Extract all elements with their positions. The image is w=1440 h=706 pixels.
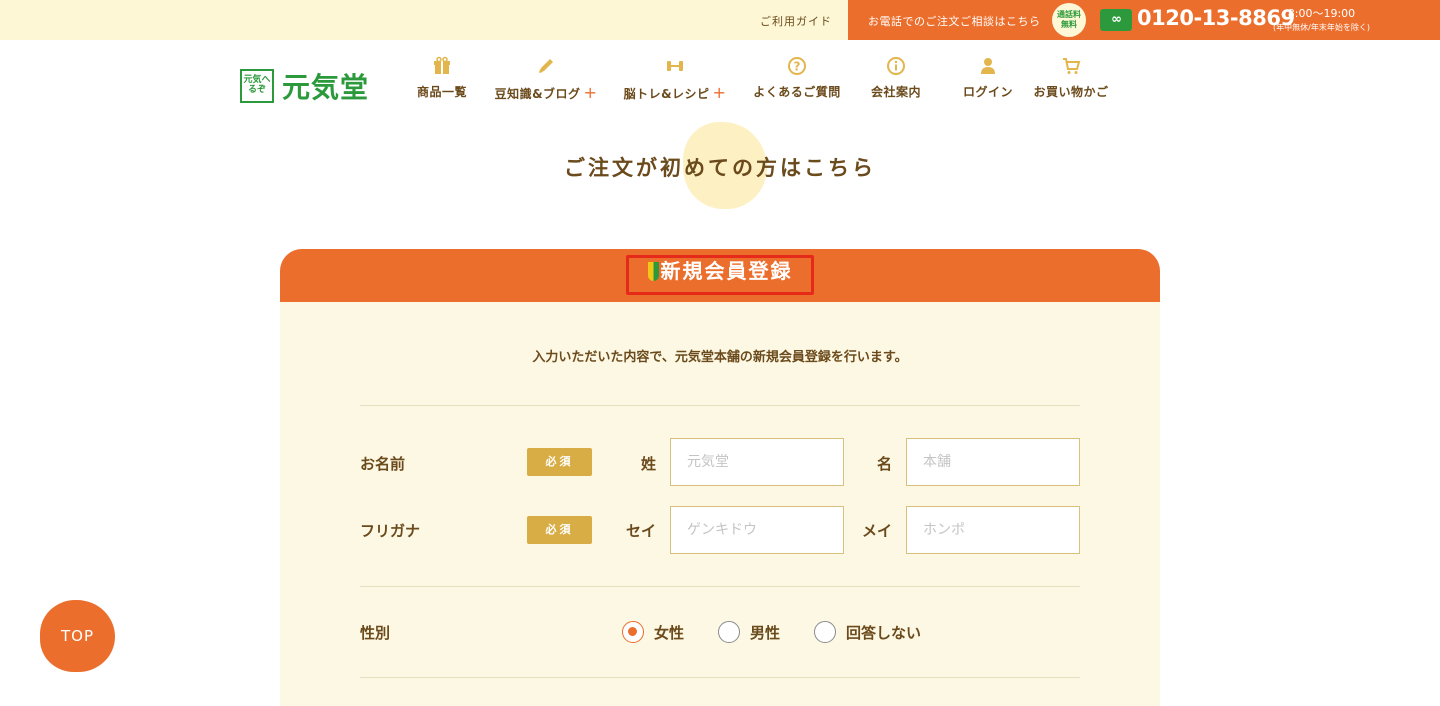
form-intro: 入力いただいた内容で、元気堂本舗の新規会員登録を行います。 — [532, 350, 908, 365]
divider — [360, 586, 1080, 587]
phone-number[interactable]: 0120-13-8869 — [1137, 6, 1295, 30]
radio-button[interactable] — [718, 621, 740, 643]
expand-plus-icon: + — [583, 83, 598, 102]
cart-icon — [1063, 58, 1081, 74]
nav-label: 会社案内 — [866, 83, 926, 100]
required-badge: 必須 — [527, 516, 592, 544]
nav-item-products[interactable]: 商品一覧 — [412, 56, 472, 102]
nav-label: よくあるご質問 — [750, 83, 844, 100]
radio-button[interactable] — [814, 621, 836, 643]
last-name-input[interactable] — [670, 438, 844, 486]
phone-order-message: お電話でのご注文ご相談はこちら — [868, 15, 1041, 28]
nav-item-login[interactable]: ログイン — [958, 56, 1018, 102]
usage-guide-link[interactable]: ご利用ガイド — [760, 13, 832, 29]
pencil-icon — [539, 59, 553, 73]
last-name-label: 姓 — [640, 455, 656, 473]
info-icon — [887, 57, 905, 75]
gender-option-male[interactable]: 男性 — [718, 621, 780, 643]
nav-label: 豆知識&ブログ + — [494, 83, 598, 102]
name-label: お名前 — [360, 455, 406, 473]
expand-plus-icon: + — [712, 83, 727, 102]
radio-label: 回答しない — [846, 623, 922, 642]
first-name-input[interactable] — [906, 438, 1080, 486]
back-to-top-button[interactable]: TOP — [40, 600, 115, 672]
nav-item-blog[interactable]: 豆知識&ブログ + — [494, 56, 598, 102]
divider — [360, 405, 1080, 406]
nav-label-text: 会社案内 — [870, 85, 921, 99]
gender-option-female[interactable]: 女性 — [622, 621, 684, 643]
phone-contact-block: お電話でのご注文ご相談はこちら 通話料 無料 ∞ 0120-13-8869 8:… — [848, 0, 1440, 40]
nav-label: お買い物かご — [1030, 83, 1112, 100]
radio-button-selected[interactable] — [622, 621, 644, 643]
radio-label: 女性 — [654, 623, 685, 642]
required-badge: 必須 — [527, 448, 592, 476]
nav-label-text: お買い物かご — [1033, 85, 1109, 99]
gender-option-no-answer[interactable]: 回答しない — [814, 621, 921, 643]
first-name-kana-input[interactable] — [906, 506, 1080, 554]
svg-text:?: ? — [794, 60, 801, 74]
nav-label: ログイン — [958, 83, 1018, 100]
hours-time: 8:00〜19:00 — [1287, 7, 1356, 20]
user-icon — [981, 58, 995, 74]
nav-item-brain-training[interactable]: 脳トレ&レシピ + — [622, 56, 728, 102]
nav-label-text: 脳トレ&レシピ — [623, 87, 710, 101]
dumbbell-icon — [667, 61, 683, 71]
nav-label-text: 商品一覧 — [416, 85, 467, 99]
gender-label: 性別 — [360, 624, 391, 642]
radio-label: 男性 — [750, 623, 781, 642]
gift-icon — [434, 56, 450, 74]
nav-item-faq[interactable]: ? よくあるご質問 — [750, 56, 844, 102]
nav-label-text: 豆知識&ブログ — [494, 87, 581, 101]
free-badge-line-1: 通話料 — [1057, 10, 1081, 19]
page-title: ご注文が初めての方はこちら — [564, 156, 876, 180]
question-icon: ? — [788, 57, 806, 75]
free-call-badge: 通話料 無料 — [1052, 3, 1086, 37]
registration-panel-header: 新規会員登録 — [280, 249, 1160, 302]
free-badge-line-2: 無料 — [1061, 20, 1077, 29]
last-name-kana-label: セイ — [625, 522, 656, 540]
beginner-mark-icon — [647, 262, 659, 281]
registration-heading-text: 新規会員登録 — [660, 259, 793, 283]
hours-note: (年中無休/年末年始を除く) — [1273, 23, 1370, 32]
nav-item-company[interactable]: 会社案内 — [866, 56, 926, 102]
freedial-icon: ∞ — [1100, 9, 1132, 31]
first-name-label: 名 — [876, 455, 892, 473]
furigana-label: フリガナ — [360, 522, 421, 540]
business-hours: 8:00〜19:00 (年中無休/年末年始を除く) — [1273, 7, 1370, 34]
registration-form: 入力いただいた内容で、元気堂本舗の新規会員登録を行います。 お名前 必須 姓 名… — [280, 302, 1160, 706]
nav-label: 商品一覧 — [412, 83, 472, 100]
main-nav: 商品一覧 豆知識&ブログ + 脳トレ&レシピ + ? よくあるご質問 会社案内 ログ… — [0, 56, 1440, 106]
nav-label: 脳トレ&レシピ + — [622, 83, 728, 102]
divider — [360, 677, 1080, 678]
top-bar: ご利用ガイド お電話でのご注文ご相談はこちら 通話料 無料 ∞ 0120-13-… — [0, 0, 1440, 40]
nav-label-text: よくあるご質問 — [753, 85, 841, 99]
nav-label-text: ログイン — [962, 85, 1013, 99]
registration-heading: 新規会員登録 — [280, 255, 1160, 284]
nav-item-cart[interactable]: お買い物かご — [1030, 56, 1112, 102]
first-name-kana-label: メイ — [861, 522, 892, 540]
last-name-kana-input[interactable] — [670, 506, 844, 554]
